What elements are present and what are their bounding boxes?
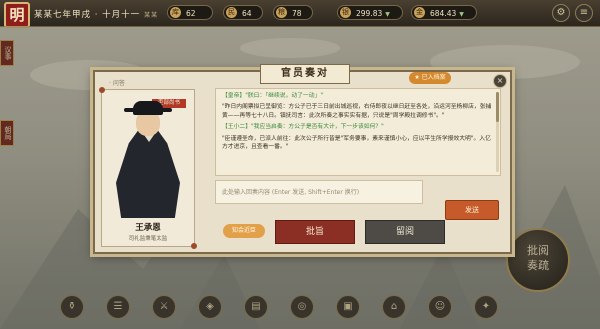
notify-ministers-button[interactable]: 知会近臣 [223, 224, 265, 238]
official-title: 司礼监秉笔太监 [128, 236, 168, 242]
message-system: 【王小二】"我应当启奏：方公子是否有大计，下一步该如何？" [222, 124, 384, 131]
people-icon: 民 [226, 7, 237, 18]
silver-icon: 银 [340, 7, 351, 18]
stat-treasury-value: 62 [186, 9, 196, 18]
archived-badge[interactable]: ★ 已入档案 [409, 72, 451, 84]
official-name: 王承恩 [135, 223, 161, 233]
stat-grain-value: 78 [292, 9, 302, 18]
corner-ornament [191, 243, 197, 249]
message-official: "昨日内阁票拟已呈御览：方公子已于三日前出城巡视，右侍郎夜以继日赶至各处，沿运河… [222, 104, 492, 119]
reply-input[interactable]: 此处输入回奏内容 (Enter 发送, Shift+Enter 换行) [215, 180, 423, 204]
portrait-hat [133, 101, 163, 115]
stat-gold-trend: ▼ [459, 11, 464, 18]
stat-grain[interactable]: 粮 78 [273, 5, 313, 20]
official-portrait-card: 吏部尚书 王承恩 司礼监秉笔太监 [99, 87, 197, 249]
keep-for-reading-button[interactable]: 留阅 [365, 220, 445, 244]
stat-gold-value: 684.43 [430, 9, 457, 18]
stat-treasury[interactable]: 库 62 [167, 5, 213, 20]
grain-icon: 粮 [276, 7, 287, 18]
official-audience-dialog: 官员奏对 × · 问答 ★ 已入档案 吏部尚书 王承恩 司礼监秉笔太监 【皇帝】… [93, 64, 512, 254]
conversation-transcript[interactable]: 【皇帝】"朕曰：「继续说，动了一动」" "昨日内阁票拟已呈御览：方公子已于三日前… [215, 88, 501, 176]
treasury-icon: 库 [170, 7, 181, 18]
top-hud-bar: 明 某某七年甲戌 · 十月十一 某某 库 62 民 64 粮 78 银 299.83 ▼ 金… [0, 0, 600, 28]
dialog-title: 官员奏对 [260, 64, 350, 84]
message-system: 【皇帝】"朕曰：「继续说，动了一动」" [222, 93, 323, 99]
issue-decree-button[interactable]: 批旨 [275, 220, 355, 244]
gold-icon: 金 [414, 7, 425, 18]
settings-gear-icon[interactable]: ⚙ [552, 4, 570, 22]
scrollbar-thumb[interactable] [496, 92, 499, 122]
message-official: "臣谨遵圣命，已派人前往：此次公子所行皆是"军务要事，素来谨慎小心，应以平生所学… [222, 135, 491, 151]
portrait-robe [116, 130, 180, 218]
portrait-hat-wing [124, 108, 136, 112]
menu-icon[interactable]: ≡ [575, 4, 593, 22]
stat-silver-value: 299.83 [356, 9, 383, 18]
date-subtext: 某某 [144, 12, 159, 19]
stat-people-value: 64 [242, 9, 252, 18]
stat-silver-trend: ▼ [385, 11, 390, 18]
stat-people[interactable]: 民 64 [223, 5, 263, 20]
breadcrumb: · 问答 [109, 80, 125, 87]
send-button[interactable]: 发送 [445, 200, 499, 220]
corner-ornament [99, 87, 105, 93]
game-date: 某某七年甲戌 · 十月十一 某某 [34, 8, 158, 20]
date-text: 某某七年甲戌 · 十月十一 [34, 10, 141, 20]
dynasty-seal[interactable]: 明 [4, 2, 30, 28]
close-icon[interactable]: × [493, 74, 507, 88]
stat-silver[interactable]: 银 299.83 ▼ [337, 5, 403, 20]
portrait-hat-wing [160, 108, 172, 112]
stat-gold[interactable]: 金 684.43 ▼ [411, 5, 477, 20]
official-name-plate: 王承恩 司礼监秉笔太监 [108, 221, 188, 243]
transcript-scrollbar[interactable] [496, 92, 499, 172]
